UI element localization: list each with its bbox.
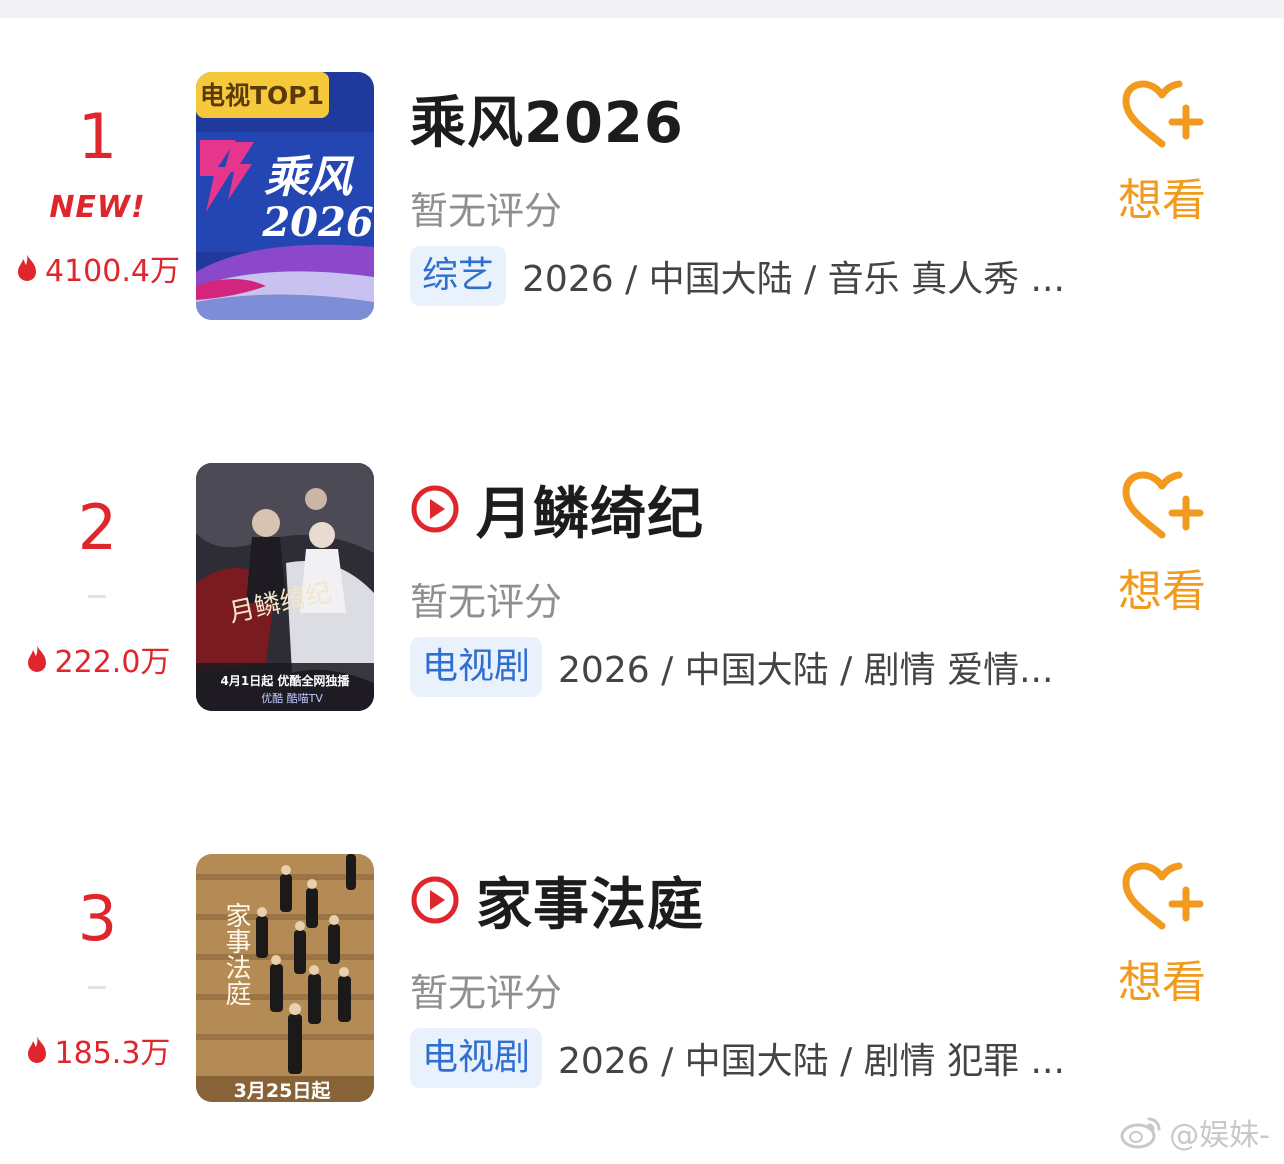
- poster-title-line1: 乘风: [264, 152, 355, 203]
- poster-badge-text: 电视TOP1: [200, 81, 324, 110]
- heat-value: 222.0万: [0, 637, 195, 681]
- poster-image[interactable]: 家事法庭 3月25日起: [196, 854, 374, 1102]
- heat-value: 4100.4万: [0, 246, 195, 290]
- rank-column: 2 222.0万: [0, 461, 195, 721]
- poster-caption: 4月1日起 优酷全网独播: [221, 673, 351, 688]
- flame-icon: [15, 253, 39, 283]
- rating-text: 暂无评分: [410, 189, 563, 233]
- rank-number: 1: [77, 100, 118, 173]
- poster-title-line2: 2026: [261, 199, 373, 246]
- flame-icon: [25, 1035, 49, 1065]
- show-title[interactable]: 乘风2026: [410, 78, 684, 159]
- want-to-watch-button[interactable]: 想看: [1110, 862, 1214, 1010]
- want-to-watch-label: 想看: [1118, 175, 1206, 226]
- poster-image[interactable]: 电视TOP1 乘风 2026: [196, 72, 374, 320]
- want-to-watch-button[interactable]: 想看: [1110, 471, 1214, 619]
- show-title[interactable]: 月鳞绮纪: [476, 469, 704, 550]
- want-to-watch-label: 想看: [1118, 957, 1206, 1008]
- poster-platforms: 优酷 酷喵TV: [261, 692, 323, 705]
- rating-text: 暂无评分: [410, 971, 563, 1015]
- heat-text: 185.3万: [54, 1036, 171, 1071]
- weibo-icon: [1119, 1115, 1163, 1149]
- want-to-watch-label: 想看: [1118, 566, 1206, 617]
- rank-number: 2: [77, 491, 118, 564]
- category-tag[interactable]: 综艺: [410, 246, 507, 306]
- rank-column: 1 NEW! 4100.4万: [0, 70, 195, 330]
- title-row: 乘风2026: [410, 78, 684, 158]
- rating-text: 暂无评分: [410, 580, 563, 624]
- heart-plus-icon: [1120, 862, 1204, 932]
- top-strip: [0, 0, 1284, 18]
- heat-value: 185.3万: [0, 1028, 195, 1072]
- rank-change-dash: [88, 595, 106, 598]
- play-circle-icon[interactable]: [410, 875, 460, 925]
- category-tag[interactable]: 电视剧: [410, 1028, 543, 1088]
- ranking-item-1[interactable]: 1 NEW! 4100.4万 电视TOP1 乘风 2026 乘风2026 暂无评…: [0, 70, 1284, 330]
- title-row: 家事法庭: [410, 860, 704, 940]
- meta-info: 2026 / 中国大陆 / 剧情 犯罪 ...: [558, 1041, 1065, 1082]
- meta-row: 综艺 2026 / 中国大陆 / 音乐 真人秀 ...: [410, 246, 1065, 306]
- heat-text: 4100.4万: [45, 254, 180, 289]
- category-tag[interactable]: 电视剧: [410, 637, 543, 697]
- meta-info: 2026 / 中国大陆 / 剧情 爱情...: [558, 650, 1054, 691]
- rank-number: 3: [77, 882, 118, 955]
- poster-title-art: 家事法庭: [221, 902, 251, 1006]
- rank-column: 3 185.3万: [0, 852, 195, 1112]
- want-to-watch-button[interactable]: 想看: [1110, 80, 1214, 228]
- title-row: 月鳞绮纪: [410, 469, 704, 549]
- watermark-text: @娱妹-: [1169, 1118, 1270, 1153]
- play-circle-icon[interactable]: [410, 484, 460, 534]
- meta-info: 2026 / 中国大陆 / 音乐 真人秀 ...: [522, 259, 1065, 300]
- heart-plus-icon: [1120, 471, 1204, 541]
- heart-plus-icon: [1120, 80, 1204, 150]
- flame-icon: [25, 644, 49, 674]
- ranking-item-3[interactable]: 3 185.3万 家事法庭 3月25日起 家事法庭 暂无评分 电视剧 2026 …: [0, 852, 1284, 1112]
- ranking-item-2[interactable]: 2 222.0万 月鳞绮纪 4月1日起 优酷全网独播 优酷 酷喵TV 月鳞绮纪 …: [0, 461, 1284, 721]
- meta-row: 电视剧 2026 / 中国大陆 / 剧情 爱情...: [410, 637, 1053, 697]
- meta-row: 电视剧 2026 / 中国大陆 / 剧情 犯罪 ...: [410, 1028, 1065, 1088]
- watermark: @娱妹-: [1119, 1110, 1270, 1154]
- poster-image[interactable]: 月鳞绮纪 4月1日起 优酷全网独播 优酷 酷喵TV: [196, 463, 374, 711]
- poster-caption: 3月25日起: [234, 1080, 332, 1102]
- new-badge: NEW!: [49, 190, 146, 225]
- show-title[interactable]: 家事法庭: [476, 860, 704, 941]
- rank-change-dash: [88, 986, 106, 989]
- heat-text: 222.0万: [54, 645, 171, 680]
